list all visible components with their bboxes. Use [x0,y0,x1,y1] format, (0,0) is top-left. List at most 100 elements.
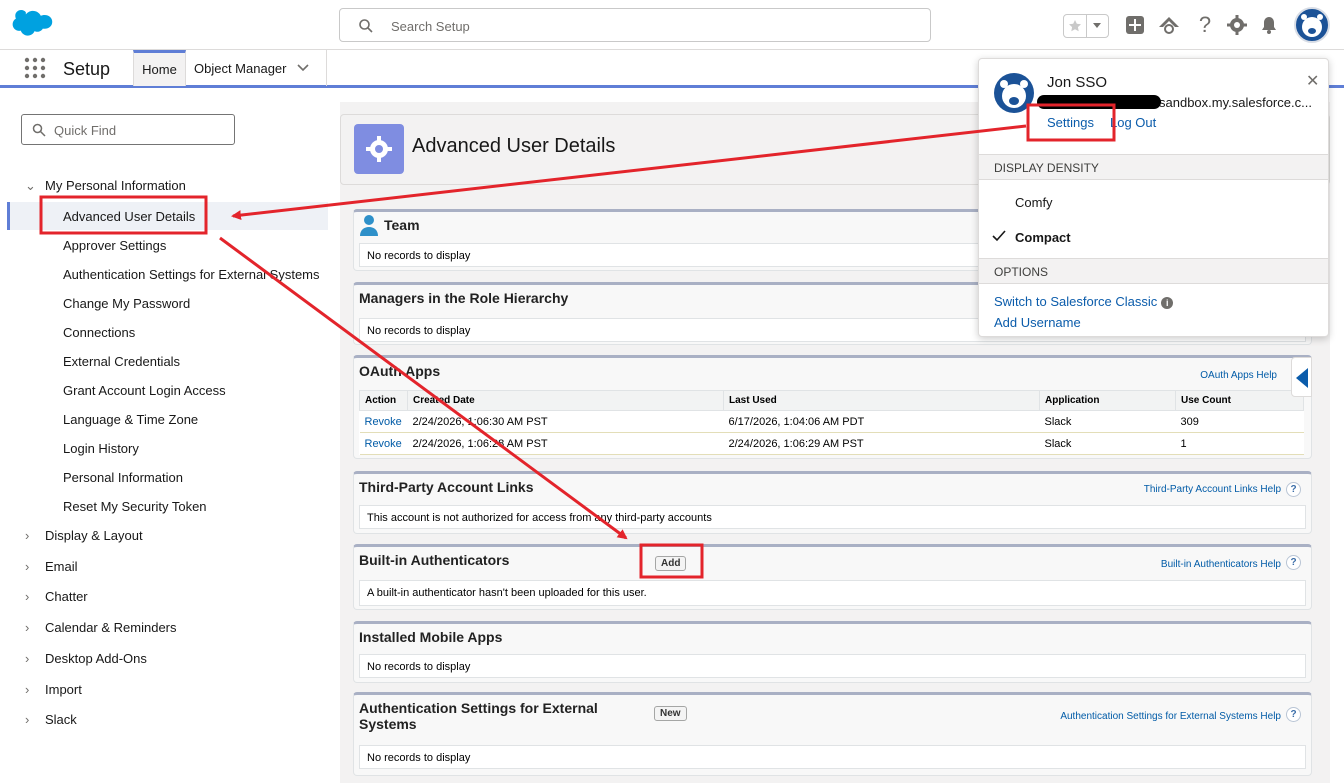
help-icon[interactable]: ? [1286,482,1301,497]
chevron-left-icon [1296,368,1308,388]
section-title: OAuth Apps [359,363,441,379]
trailhead-icon[interactable] [1158,14,1180,36]
tab-home[interactable]: Home [133,50,186,86]
chevron-right-icon: › [25,712,30,727]
search-icon [359,19,373,33]
tree-item-language-time-zone[interactable]: Language & Time Zone [63,412,198,427]
help-icon[interactable]: ? [1286,707,1301,722]
switch-classic-link[interactable]: Switch to Salesforce Classic i [994,294,1174,309]
logout-link[interactable]: Log Out [1110,115,1156,130]
chevron-down-icon[interactable]: ⌄ [25,178,39,194]
search-placeholder: Search Setup [391,19,470,34]
tree-group-my-personal-information[interactable]: ⌄ My Personal Information [25,178,186,194]
setup-tree-sidebar: Quick Find ⌄ My Personal Information Adva… [7,102,328,783]
revoke-link[interactable]: Revoke [365,416,402,428]
oauth-help-link[interactable]: OAuth Apps Help [1200,370,1277,381]
density-option-comfy[interactable]: Comfy [1015,195,1053,210]
column-header: Action [359,390,408,411]
add-button[interactable]: Add [655,556,687,571]
tree-item-connections[interactable]: Connections [63,325,135,340]
tree-item-login-history[interactable]: Login History [63,441,139,456]
section-body-text: A built-in authenticator hasn't been upl… [359,580,1306,606]
empty-message: No records to display [359,745,1306,769]
search-box[interactable]: Search Setup [339,8,931,42]
chevron-right-icon: › [25,620,30,635]
section-body-text: This account is not authorized for acces… [359,505,1306,529]
help-icon[interactable]: ? [1286,555,1301,570]
tree-item-change-password[interactable]: Change My Password [63,296,190,311]
star-icon[interactable] [1064,15,1087,37]
tree-group-import[interactable]: › Import [25,682,82,697]
column-header[interactable]: Created Date [407,390,724,411]
oauth-apps-section: OAuth Apps OAuth Apps Help Action Create… [353,355,1312,459]
tree-item-approver-settings[interactable]: Approver Settings [63,238,166,253]
new-button[interactable]: New [654,706,687,721]
tree-item-advanced-user-details[interactable]: Advanced User Details [63,209,195,224]
quick-find-input[interactable]: Quick Find [21,114,235,145]
tree-group-label: Desktop Add-Ons [45,651,147,666]
redaction-mark [1037,95,1161,109]
tree-item-reset-security-token[interactable]: Reset My Security Token [63,499,207,514]
tree-group-email[interactable]: › Email [25,559,78,574]
column-header[interactable]: Use Count [1175,390,1304,411]
panel-toggle-button[interactable] [1291,357,1312,397]
user-name: Jon SSO [1047,74,1108,91]
chevron-down-icon[interactable] [296,64,309,72]
user-avatar[interactable] [1294,7,1330,43]
settings-link[interactable]: Settings [1047,115,1094,130]
tree-group-display-layout[interactable]: › Display & Layout [25,528,143,543]
options-header: OPTIONS [979,258,1328,284]
person-icon [360,215,378,236]
gear-icon[interactable] [1226,14,1248,36]
chevron-right-icon: › [25,528,30,543]
bell-icon[interactable] [1258,14,1280,36]
tree-group-label: Chatter [45,589,88,604]
oauth-apps-table: Action Created Date Last Used Applicatio… [359,390,1304,455]
tree-group-slack[interactable]: › Slack [25,712,77,727]
last-used-cell: 2/24/2026, 1:06:29 AM PST [723,432,1040,455]
column-header[interactable]: Last Used [723,390,1040,411]
auth-external-help-link[interactable]: Authentication Settings for External Sys… [1060,711,1281,722]
user-domain: sandbox.my.salesforce.c... [1159,95,1312,110]
revoke-link[interactable]: Revoke [365,438,402,450]
last-used-cell: 6/17/2026, 1:04:06 AM PDT [723,410,1040,433]
table-row: Revoke 2/24/2026, 1:06:30 AM PST 6/17/20… [359,410,1304,433]
builtin-authenticators-section: Built-in Authenticators Add Built-in Aut… [353,544,1312,610]
table-row: Revoke 2/24/2026, 1:06:28 AM PST 2/24/20… [359,432,1304,455]
quick-find-placeholder: Quick Find [54,123,117,138]
tree-group-label: Import [45,682,82,697]
tree-group-calendar-reminders[interactable]: › Calendar & Reminders [25,620,177,635]
close-icon[interactable]: ✕ [1306,71,1319,91]
chevron-right-icon: › [25,651,30,666]
tree-item-grant-login-access[interactable]: Grant Account Login Access [63,383,226,398]
help-icon[interactable]: ? [1194,12,1216,37]
tree-item-authentication-settings[interactable]: Authentication Settings for External Sys… [63,267,320,282]
add-icon[interactable] [1124,14,1146,36]
tree-item-personal-information[interactable]: Personal Information [63,470,183,485]
search-icon [32,123,46,137]
app-launcher-icon[interactable] [24,57,46,79]
global-header: Search Setup ? [0,0,1344,50]
tree-group-label: My Personal Information [45,178,186,193]
chevron-down-icon[interactable] [1087,15,1109,37]
add-username-link[interactable]: Add Username [994,315,1081,330]
tab-object-manager[interactable]: Object Manager [186,50,327,86]
third-party-help-link[interactable]: Third-Party Account Links Help [1144,484,1281,495]
section-title: Installed Mobile Apps [359,629,503,645]
tree-group-label: Display & Layout [45,528,143,543]
column-header[interactable]: Application [1039,390,1176,411]
salesforce-logo[interactable] [10,10,54,40]
favorites-control[interactable] [1063,14,1109,38]
tree-item-external-credentials[interactable]: External Credentials [63,354,180,369]
tree-group-chatter[interactable]: › Chatter [25,589,88,604]
tree-group-desktop-add-ons[interactable]: › Desktop Add-Ons [25,651,147,666]
table-header-row: Action Created Date Last Used Applicatio… [359,390,1304,411]
builtin-help-link[interactable]: Built-in Authenticators Help [1161,559,1281,570]
application-cell: Slack [1039,410,1176,433]
installed-mobile-apps-section: Installed Mobile Apps No records to disp… [353,621,1312,683]
section-title: Third-Party Account Links [359,479,534,495]
section-title: Built-in Authenticators [359,552,510,568]
density-option-compact[interactable]: Compact [1015,230,1071,245]
user-avatar [994,73,1034,113]
info-icon: i [1161,296,1174,309]
